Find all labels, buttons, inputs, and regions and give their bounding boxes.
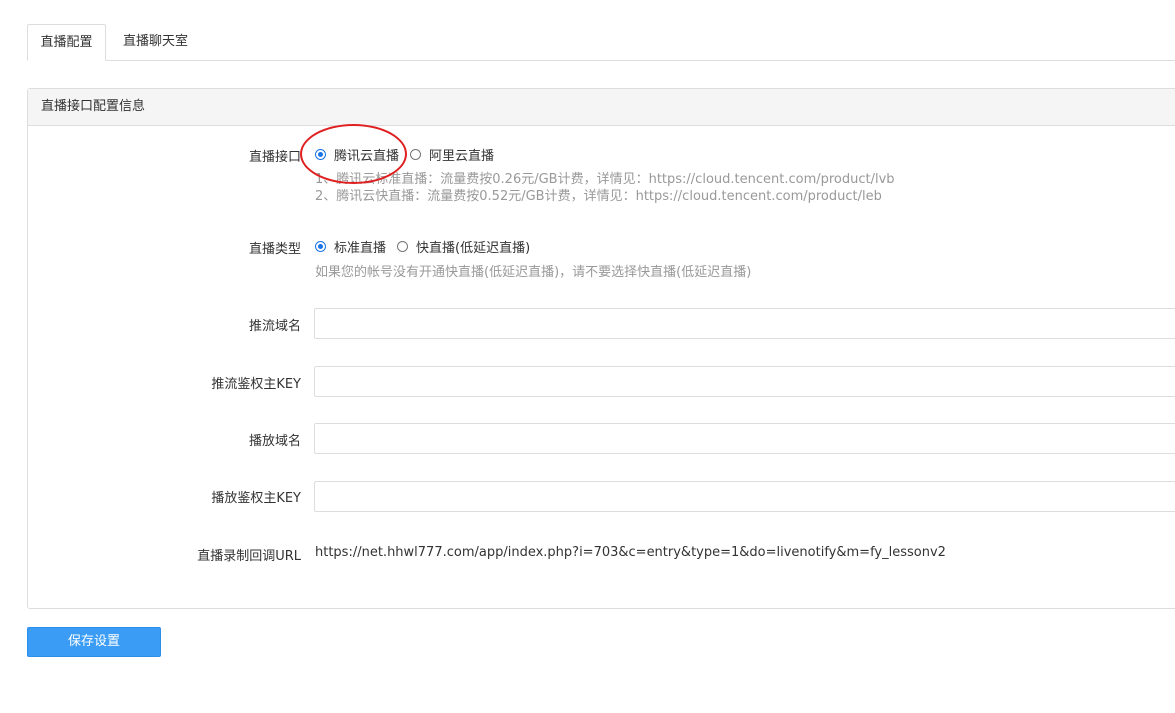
play-domain-input[interactable]	[314, 423, 1175, 454]
config-panel: 直播接口配置信息 直播接口 腾讯云直播 阿里云直播 1、腾讯云标准直播：流量费按…	[27, 88, 1175, 609]
type-radio-group: 标准直播 快直播(低延迟直播)	[315, 237, 541, 256]
play-key-input[interactable]	[314, 481, 1175, 512]
interface-radio-group: 腾讯云直播 阿里云直播	[315, 145, 505, 164]
radio-standard[interactable]	[315, 240, 326, 252]
callback-url-value: https://net.hhwl777.com/app/index.php?i=…	[315, 545, 946, 560]
interface-help-2: 2、腾讯云快直播：流量费按0.52元/GB计费，详情见：https://clou…	[315, 189, 882, 204]
radio-aliyun-label[interactable]: 阿里云直播	[429, 145, 494, 164]
type-help: 如果您的帐号没有开通快直播(低延迟直播)，请不要选择快直播(低延迟直播)	[315, 265, 752, 280]
play-key-label: 播放鉴权主KEY	[211, 491, 301, 506]
save-settings-button[interactable]: 保存设置	[27, 627, 161, 657]
type-label: 直播类型	[248, 242, 301, 257]
push-key-input[interactable]	[314, 366, 1175, 397]
panel-title: 直播接口配置信息	[28, 89, 1175, 126]
interface-help-1: 1、腾讯云标准直播：流量费按0.26元/GB计费，详情见：https://clo…	[315, 172, 895, 187]
tab-bar: 直播配置 直播聊天室	[27, 24, 1175, 61]
push-domain-input[interactable]	[314, 308, 1175, 339]
tab-live-chatroom[interactable]: 直播聊天室	[109, 24, 202, 61]
radio-aliyun[interactable]	[410, 148, 422, 160]
radio-fast[interactable]	[397, 240, 409, 252]
radio-tencent-label[interactable]: 腾讯云直播	[334, 145, 399, 164]
radio-standard-label[interactable]: 标准直播	[334, 237, 386, 256]
interface-label: 直播接口	[248, 150, 301, 165]
play-domain-label: 播放域名	[248, 434, 301, 449]
push-domain-label: 推流域名	[248, 319, 301, 334]
radio-fast-label[interactable]: 快直播(低延迟直播)	[416, 237, 530, 256]
tab-live-config[interactable]: 直播配置	[27, 24, 106, 61]
radio-tencent[interactable]	[315, 148, 326, 160]
callback-label: 直播录制回调URL	[197, 549, 301, 564]
push-key-label: 推流鉴权主KEY	[211, 377, 301, 392]
